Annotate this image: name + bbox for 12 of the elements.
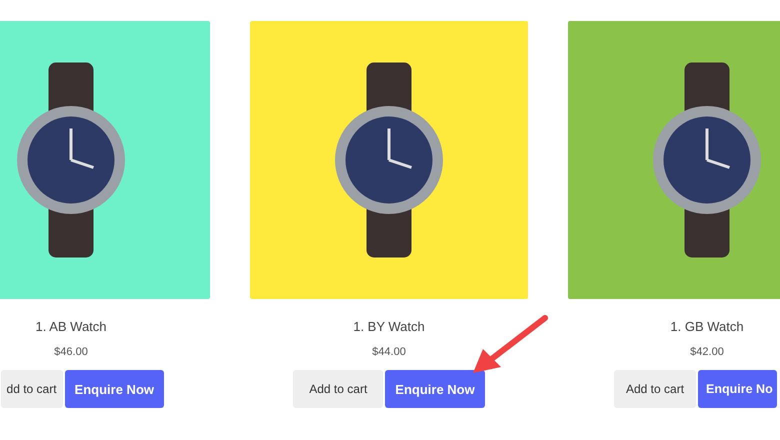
add-to-cart-button[interactable]: dd to cart xyxy=(0,370,63,408)
add-to-cart-button[interactable]: Add to cart xyxy=(293,370,384,408)
product-price: $46.00 xyxy=(54,345,88,359)
product-title[interactable]: 1. GB Watch xyxy=(670,319,744,335)
product-title[interactable]: 1. AB Watch xyxy=(35,319,107,335)
add-to-cart-button[interactable]: Add to cart xyxy=(614,370,696,408)
product-title[interactable]: 1. BY Watch xyxy=(353,319,425,335)
enquire-now-button[interactable]: Enquire Now xyxy=(64,370,164,408)
product-price: $42.00 xyxy=(690,345,724,359)
enquire-now-button[interactable]: Enquire No xyxy=(698,370,777,408)
enquire-now-button[interactable]: Enquire Now xyxy=(385,370,485,408)
product-price: $44.00 xyxy=(372,345,406,359)
